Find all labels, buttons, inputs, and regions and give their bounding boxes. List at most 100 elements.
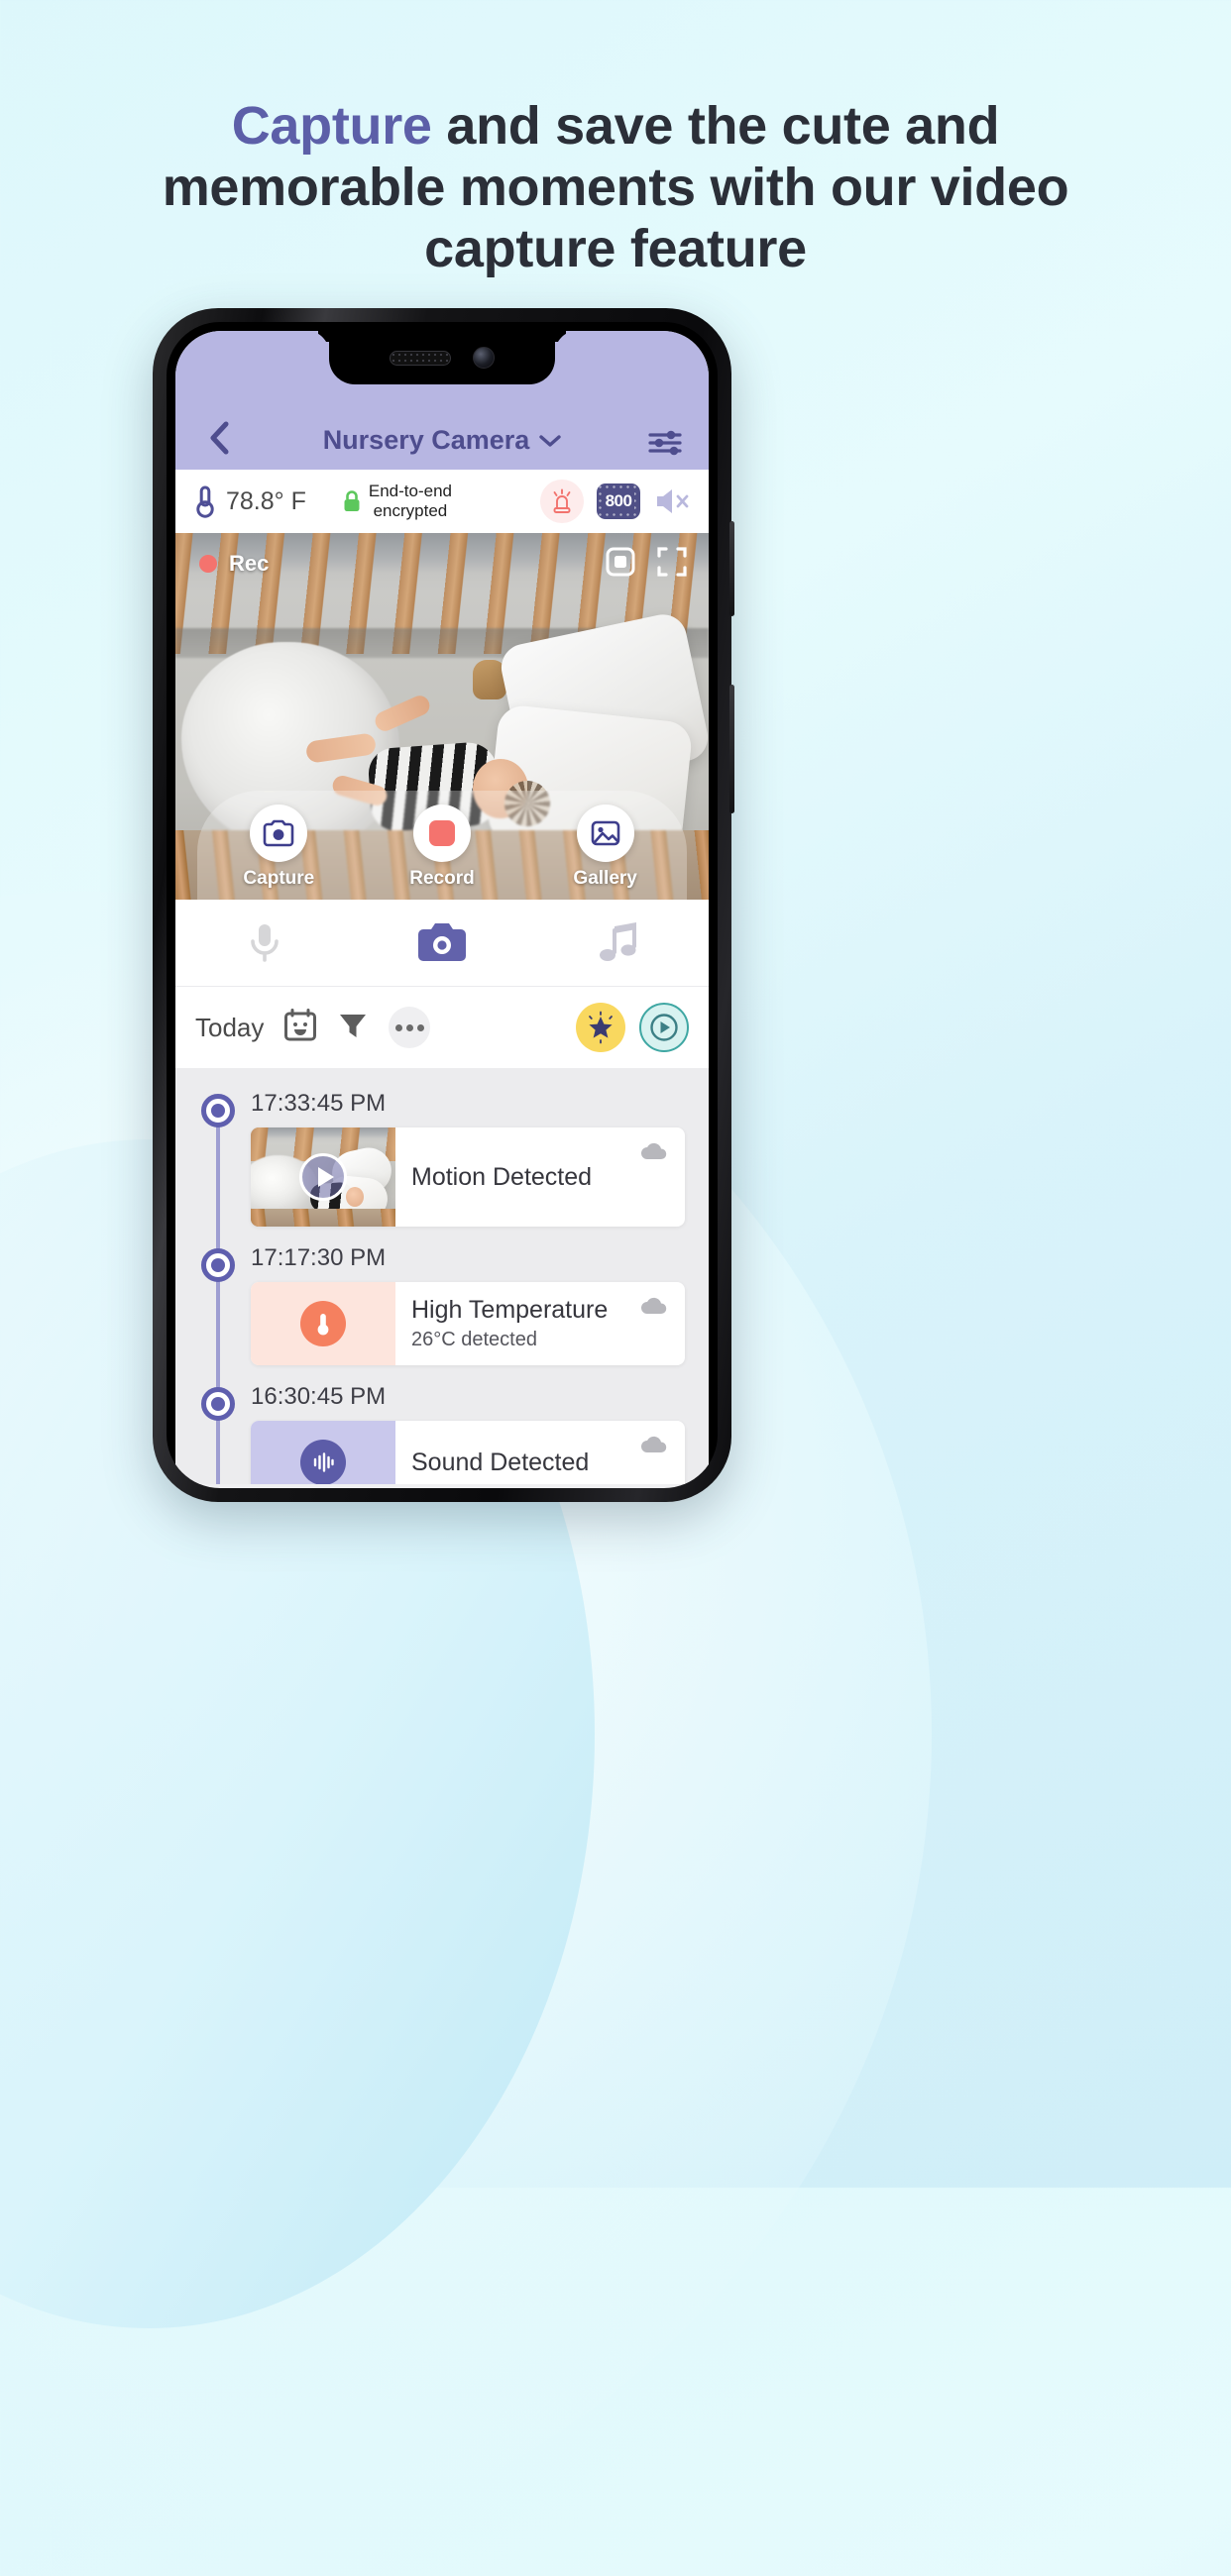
cloud-upload-button[interactable] bbox=[639, 1296, 669, 1321]
camera-title-label: Nursery Camera bbox=[322, 425, 530, 455]
event-timeline[interactable]: 17:33:45 PM Motion Detected 17:17:30 PM … bbox=[175, 1068, 709, 1484]
temperature-value: 78.8° F bbox=[226, 486, 306, 515]
timeline-event[interactable]: 17:33:45 PM Motion Detected bbox=[175, 1090, 709, 1227]
page-headline: Capture and save the cute and memorable … bbox=[0, 95, 1231, 279]
timeline-marker bbox=[201, 1094, 235, 1127]
tab-music[interactable] bbox=[531, 921, 709, 965]
phone-power-button[interactable] bbox=[729, 521, 734, 616]
microphone-icon bbox=[250, 923, 279, 962]
cloud-icon bbox=[641, 1142, 667, 1159]
mute-button[interactable] bbox=[653, 485, 693, 517]
resolution-badge[interactable]: 800 bbox=[597, 483, 640, 519]
pip-icon bbox=[606, 547, 635, 577]
siren-icon bbox=[553, 488, 571, 513]
recording-indicator: Rec bbox=[199, 551, 269, 577]
temperature-alert-badge bbox=[300, 1301, 346, 1346]
cloud-upload-button[interactable] bbox=[639, 1435, 669, 1459]
timeline-marker-dot bbox=[211, 1104, 225, 1118]
fullscreen-button[interactable] bbox=[657, 547, 687, 582]
gallery-icon bbox=[591, 820, 619, 846]
earpiece-speaker-icon bbox=[390, 350, 451, 366]
phone-mockup: Nursery Camera 78.8° F End-to-end encryp… bbox=[153, 308, 734, 1502]
tab-microphone[interactable] bbox=[175, 920, 353, 966]
recording-label: Rec bbox=[229, 551, 270, 576]
recording-dot-icon bbox=[199, 555, 217, 573]
timeline-filter-bar: Today bbox=[175, 987, 709, 1068]
sliders-icon bbox=[648, 430, 682, 456]
timeline-event[interactable]: 16:30:45 PM Sound Detected bbox=[175, 1383, 709, 1484]
star-icon bbox=[589, 1011, 613, 1044]
gallery-button[interactable] bbox=[576, 805, 634, 862]
timeline-marker bbox=[201, 1387, 235, 1421]
record-control[interactable]: Record bbox=[383, 805, 502, 890]
chevron-left-icon bbox=[210, 421, 229, 455]
calendar-smiley-icon bbox=[284, 1008, 317, 1040]
status-action-icons: 800 bbox=[540, 480, 693, 523]
sound-wave-icon bbox=[313, 1452, 334, 1472]
today-label[interactable]: Today bbox=[195, 1013, 264, 1043]
highlights-button[interactable] bbox=[576, 1003, 625, 1052]
temperature-readout: 78.8° F bbox=[195, 484, 306, 518]
record-square-icon bbox=[428, 820, 455, 846]
mode-tab-bar bbox=[175, 900, 709, 987]
tab-camera[interactable] bbox=[353, 921, 530, 965]
cloud-icon bbox=[641, 1297, 667, 1314]
phone-screen: Nursery Camera 78.8° F End-to-end encryp… bbox=[175, 331, 709, 1488]
event-title: Motion Detected bbox=[411, 1162, 593, 1191]
gallery-label: Gallery bbox=[573, 868, 637, 889]
chevron-down-icon bbox=[539, 434, 562, 447]
funnel-icon bbox=[340, 1014, 367, 1037]
encryption-status: End-to-end encrypted bbox=[342, 482, 452, 521]
event-card[interactable]: Motion Detected bbox=[251, 1127, 685, 1227]
timeline-marker bbox=[201, 1248, 235, 1282]
back-button[interactable] bbox=[197, 420, 241, 456]
pip-button[interactable] bbox=[606, 547, 635, 582]
camera-title[interactable]: Nursery Camera bbox=[241, 425, 643, 456]
headline-accent-word: Capture bbox=[231, 96, 432, 156]
calendar-button[interactable] bbox=[283, 1008, 317, 1047]
speaker-mute-icon bbox=[657, 489, 689, 513]
more-options-button[interactable] bbox=[389, 1007, 431, 1048]
music-note-icon bbox=[600, 921, 637, 961]
filter-button[interactable] bbox=[337, 1010, 369, 1046]
history-playback-button[interactable] bbox=[639, 1003, 689, 1052]
event-body: Motion Detected bbox=[395, 1127, 685, 1227]
video-control-bar: Capture Record Gallery bbox=[197, 791, 687, 900]
more-dot-3 bbox=[416, 1023, 424, 1031]
camera-icon bbox=[417, 922, 466, 961]
live-video-feed[interactable]: Rec Capture Record Gallery bbox=[175, 533, 709, 900]
record-label: Record bbox=[409, 868, 475, 889]
event-time: 17:17:30 PM bbox=[251, 1244, 387, 1271]
front-camera-icon bbox=[473, 347, 495, 369]
event-card[interactable]: High Temperature 26°C detected bbox=[251, 1282, 685, 1365]
more-dot-2 bbox=[405, 1023, 413, 1031]
event-card[interactable]: Sound Detected bbox=[251, 1421, 685, 1484]
video-tool-buttons bbox=[606, 547, 687, 582]
lock-icon bbox=[344, 490, 360, 511]
encryption-label: End-to-end encrypted bbox=[369, 482, 452, 521]
history-play-icon bbox=[650, 1014, 678, 1041]
camera-icon bbox=[264, 819, 294, 847]
phone-volume-button[interactable] bbox=[729, 685, 734, 813]
play-button[interactable] bbox=[299, 1153, 347, 1201]
gallery-control[interactable]: Gallery bbox=[546, 805, 665, 890]
event-time: 16:30:45 PM bbox=[251, 1383, 387, 1410]
cloud-upload-button[interactable] bbox=[639, 1141, 669, 1166]
settings-button[interactable] bbox=[643, 430, 687, 456]
capture-button[interactable] bbox=[250, 805, 308, 862]
timeline-marker-dot bbox=[211, 1258, 225, 1272]
event-video-thumbnail[interactable] bbox=[251, 1127, 395, 1227]
event-title: Sound Detected bbox=[411, 1448, 590, 1476]
record-button[interactable] bbox=[412, 805, 471, 862]
capture-control[interactable]: Capture bbox=[219, 805, 338, 890]
siren-button[interactable] bbox=[540, 480, 584, 523]
event-subtitle: 26°C detected bbox=[411, 1329, 537, 1350]
timeline-marker-dot bbox=[211, 1397, 225, 1411]
event-body: High Temperature 26°C detected bbox=[395, 1282, 685, 1365]
timeline-right-actions bbox=[576, 1003, 689, 1052]
phone-notch bbox=[329, 331, 555, 384]
timeline-event[interactable]: 17:17:30 PM High Temperature 26°C detect… bbox=[175, 1244, 709, 1365]
sound-alert-badge bbox=[300, 1440, 346, 1484]
thermometer-icon bbox=[317, 1314, 329, 1336]
event-sound-thumbnail bbox=[251, 1421, 395, 1484]
